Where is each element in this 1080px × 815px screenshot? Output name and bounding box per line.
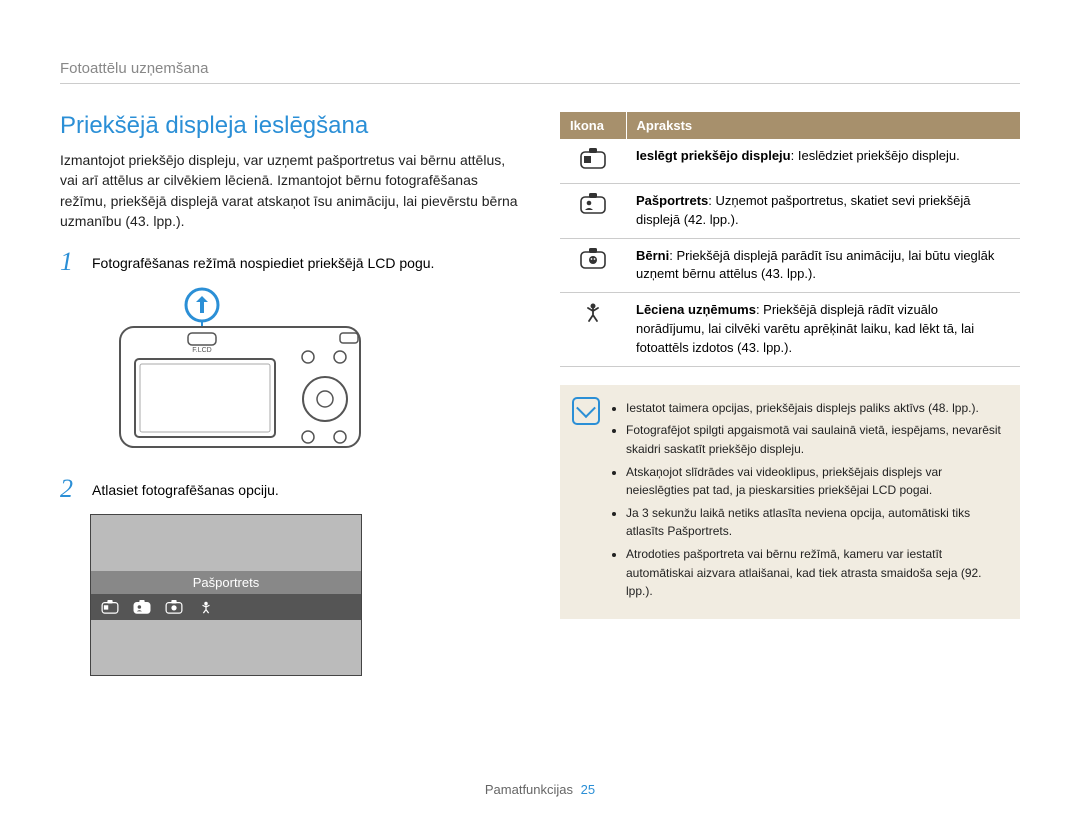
jump-shot-icon xyxy=(580,301,606,323)
left-column: Priekšējā displeja ieslēgšana Izmantojot… xyxy=(60,112,520,676)
note-item: Atskaņojot slīdrādes vai videoklipus, pr… xyxy=(626,463,1004,500)
camera-figure: F.LCD xyxy=(90,287,520,462)
intro-paragraph: Izmantojot priekšējo displeju, var uzņem… xyxy=(60,150,520,231)
table-head-desc: Apraksts xyxy=(626,112,1020,139)
note-item: Fotografējot spilgti apgaismotā vai saul… xyxy=(626,421,1004,458)
display-figure: Pašportrets xyxy=(90,514,362,676)
display-label: Pašportrets xyxy=(91,571,361,594)
step-1-text: Fotografēšanas režīmā nospiediet priekšē… xyxy=(92,249,434,275)
footer-text: Pamatfunkcijas xyxy=(485,782,573,797)
jump-shot-icon xyxy=(197,600,215,614)
front-display-on-icon xyxy=(101,600,119,614)
row-0-rest: : Ieslēdziet priekšējo displeju. xyxy=(791,148,960,163)
section-header: Fotoattēlu uzņemšana xyxy=(60,60,1020,84)
table-row: Ieslēgt priekšējo displeju: Ieslēdziet p… xyxy=(560,139,1020,183)
step-1: 1 Fotografēšanas režīmā nospiediet priek… xyxy=(60,249,520,275)
note-icon xyxy=(572,397,600,425)
children-icon xyxy=(165,600,183,614)
note-item: Iestatot taimera opcijas, priekšējais di… xyxy=(626,399,1004,418)
step-2-number: 2 xyxy=(60,476,78,502)
note-item: Atrodoties pašportreta vai bērnu režīmā,… xyxy=(626,545,1004,601)
row-2-rest: : Priekšējā displejā parādīt īsu animāci… xyxy=(636,248,994,282)
page-footer: Pamatfunkcijas 25 xyxy=(0,782,1080,797)
row-0-bold: Ieslēgt priekšējo displeju xyxy=(636,148,791,163)
self-portrait-icon xyxy=(580,192,606,214)
children-icon xyxy=(580,247,606,269)
page-title: Priekšējā displeja ieslēgšana xyxy=(60,112,520,140)
row-2-bold: Bērni xyxy=(636,248,669,263)
row-3-bold: Lēciena uzņēmums xyxy=(636,302,756,317)
note-item: Ja 3 sekunžu laikā netiks atlasīta nevie… xyxy=(626,504,1004,541)
icon-description-table: Ikona Apraksts Ieslēgt priekšējo displej… xyxy=(560,112,1020,367)
row-1-bold: Pašportrets xyxy=(636,193,708,208)
self-portrait-icon xyxy=(133,600,151,614)
step-1-number: 1 xyxy=(60,249,78,275)
step-2: 2 Atlasiet fotografēšanas opciju. xyxy=(60,476,520,502)
table-row: Pašportrets: Uzņemot pašportretus, skati… xyxy=(560,183,1020,238)
display-icons-row xyxy=(91,594,361,620)
table-head-icon: Ikona xyxy=(560,112,626,139)
flcd-label: F.LCD xyxy=(192,347,211,354)
right-column: Ikona Apraksts Ieslēgt priekšējo displej… xyxy=(560,112,1020,676)
flcd-button-icon xyxy=(188,333,216,345)
footer-page-number: 25 xyxy=(581,782,595,797)
table-row: Bērni: Priekšējā displejā parādīt īsu an… xyxy=(560,238,1020,293)
note-box: Iestatot taimera opcijas, priekšējais di… xyxy=(560,385,1020,619)
camera-svg: F.LCD xyxy=(90,287,390,457)
table-row: Lēciena uzņēmums: Priekšējā displejā rād… xyxy=(560,293,1020,367)
front-display-on-icon xyxy=(580,147,606,169)
step-2-text: Atlasiet fotografēšanas opciju. xyxy=(92,476,279,502)
